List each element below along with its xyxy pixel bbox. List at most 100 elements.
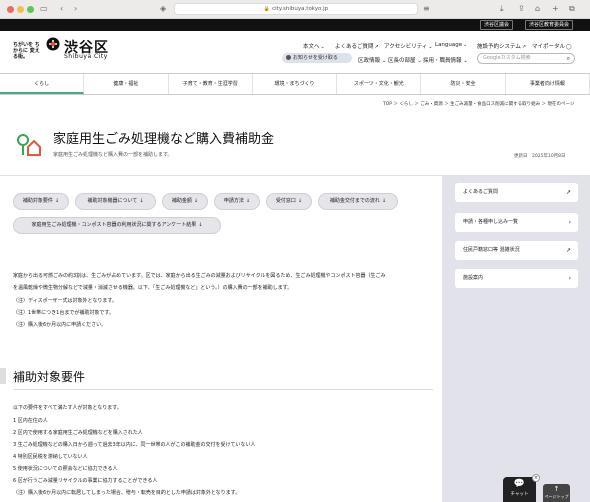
search-placeholder: Googleカスタム検索: [483, 55, 531, 61]
reader-icon[interactable]: ≡: [423, 4, 430, 14]
intro-note: （注）1世帯につき1台までが補助対象です。: [13, 310, 114, 316]
tree-house-icon: [17, 134, 41, 156]
util2-link-label: 採用・職員情報: [423, 58, 462, 64]
nav-item-health[interactable]: 健康・福祉: [84, 74, 169, 94]
maximize-window-button[interactable]: [27, 6, 34, 13]
util-link-skip[interactable]: 本文へ⌄: [303, 42, 325, 50]
requirement-item: 3 生ごみ処理機などの購入日から遡って過去3年以内に、同一世帯の人がこの補助金の…: [13, 442, 256, 448]
requirement-item: 1 区内在住の人: [13, 418, 48, 424]
side-card-applications[interactable]: 申請・各種申し込み一覧 ›: [455, 213, 578, 232]
shield-icon[interactable]: ◈: [160, 4, 166, 14]
arrow-down-icon: ↓: [245, 198, 251, 204]
tabs-overview-icon[interactable]: ⧉: [569, 4, 575, 14]
util2-link-admin[interactable]: 区政情報 ⌄: [358, 56, 386, 64]
util2-link-mayor[interactable]: 区長の部屋 ⌄: [388, 56, 422, 64]
back-icon[interactable]: ‹: [60, 4, 63, 14]
anchor-label: 申請方法: [223, 198, 244, 204]
arrow-down-icon: ↓: [297, 198, 303, 204]
new-tab-icon[interactable]: +: [552, 4, 559, 14]
util-link-facility[interactable]: 施設予約システム↗: [477, 42, 526, 50]
user-icon: ◯: [566, 44, 572, 50]
nav-item-kurashi[interactable]: くらし: [0, 74, 85, 94]
util-link-label: Language: [435, 42, 463, 48]
close-window-button[interactable]: [7, 6, 14, 13]
anchor-label: 補助金交付までの流れ: [329, 198, 380, 204]
nav-item-environment[interactable]: 環境・まちづくり: [253, 74, 338, 94]
requirement-item: 5 使用状況についての照会などに協力できる人: [13, 466, 118, 472]
util-link-language[interactable]: Language⌄: [435, 42, 467, 48]
search-input[interactable]: Googleカスタム検索 ⌕: [477, 53, 575, 64]
requirement-note: （注）購入後6か月以内に転居してしまった場合、贈与・転売を目的とした申請は対象外…: [13, 490, 241, 496]
sidebar-icon[interactable]: ▭: [40, 4, 48, 14]
notice-label: お知らせを受け取る: [293, 55, 338, 61]
util-link-label: マイポータル: [532, 44, 566, 50]
lock-icon: 🔒: [263, 6, 271, 12]
share-icon[interactable]: ⇪: [518, 4, 525, 14]
side-card-label: 施設案内: [463, 275, 484, 281]
tagline: ちがいを ちからに 変える街。: [13, 42, 40, 60]
breadcrumb[interactable]: TOP ＞ くらし ＞ ごみ・資源 ＞ 生ごみ減量・食品ロス削減に関する取り組み…: [383, 101, 574, 107]
anchor-window[interactable]: 受付窓口 ↓: [266, 193, 312, 210]
forward-icon[interactable]: ›: [74, 4, 77, 14]
anchor-amount[interactable]: 補助金額 ↓: [162, 193, 208, 210]
home-icon[interactable]: ⌂: [535, 4, 540, 14]
anchor-flow[interactable]: 補助金交付までの流れ ↓: [318, 193, 398, 210]
logo-mark-icon: [46, 37, 60, 51]
intro-paragraph: を温風乾燥や微生物分解などで減量・消滅させる機器。以下、「生ごみ処理機など」とい…: [13, 285, 293, 291]
chat-label: チャット: [510, 492, 529, 497]
util2-link-label: 区長の部屋: [388, 58, 416, 64]
anchor-label: 受付窓口: [275, 198, 296, 204]
top-bar: 渋谷区議会 渋谷区教育委員会: [0, 19, 590, 31]
search-icon[interactable]: ⌕: [567, 54, 570, 63]
address-bar[interactable]: 🔒 city.shibuya.tokyo.jp: [174, 3, 418, 15]
util-link-label: 本文へ: [303, 44, 320, 50]
chat-close-button[interactable]: ×: [532, 474, 540, 482]
education-board-link[interactable]: 渋谷区教育委員会: [525, 20, 574, 30]
anchor-label: 補助対象要件: [22, 198, 53, 204]
anchor-requirements[interactable]: 補助対象要件 ↓: [13, 193, 69, 210]
update-date: 更新日 2025年10月8日: [514, 154, 566, 159]
minimize-window-button[interactable]: [17, 6, 24, 13]
section-heading: 補助対象要件: [13, 370, 86, 384]
util-link-myportal[interactable]: マイポータル◯: [532, 42, 572, 50]
requirement-item: 2 区内で使用する家庭用生ごみ処理機などを購入された人: [13, 430, 143, 436]
arrow-down-icon: ↓: [198, 222, 203, 228]
heading-rule: [13, 389, 433, 390]
url-text: city.shibuya.tokyo.jp: [272, 6, 329, 12]
side-card-facilities[interactable]: 施設案内 ›: [455, 269, 578, 288]
util-link-label: アクセシビリティ: [384, 44, 428, 50]
anchor-devices[interactable]: 補助対象機器について ↓: [75, 193, 156, 210]
download-icon[interactable]: ⤓: [500, 4, 504, 14]
nav-item-education[interactable]: 子育て・教育・生涯学習: [169, 74, 253, 94]
side-card-congestion[interactable]: 住民戸籍窓口等 混雑状況 ↗: [455, 241, 578, 260]
arrow-down-icon: ↓: [193, 198, 199, 204]
arrow-up-icon: ↑: [553, 485, 560, 493]
external-icon: ↗: [521, 44, 527, 50]
util-link-accessibility[interactable]: アクセシビリティ⌄: [384, 42, 433, 50]
arrow-down-icon: ↓: [139, 198, 144, 204]
requirements-lead: 以下の要件をすべて満たす人が対象となります。: [13, 405, 122, 411]
chevron-down-icon: ⌄: [428, 44, 433, 50]
side-card-faq[interactable]: よくあるご質問 ↗: [455, 183, 578, 202]
anchor-survey[interactable]: 家庭用生ごみ処理機・コンポスト容器の利用状況に関するアンケート結果 ↓: [13, 217, 221, 234]
intro-note: （注）ディスポーザー式は対象外となります。: [13, 298, 117, 304]
page-top-button[interactable]: ↑ ページトップ: [543, 484, 570, 502]
nav-item-business[interactable]: 事業者向け情報: [506, 74, 590, 94]
util-link-faq[interactable]: よくあるご質問↗: [335, 42, 379, 50]
council-link[interactable]: 渋谷区議会: [480, 20, 514, 30]
notice-subscribe-button[interactable]: お知らせを受け取る: [282, 53, 352, 63]
nav-item-safety[interactable]: 防災・安全: [421, 74, 506, 94]
logo-subtitle: Shibuya City: [64, 53, 108, 60]
chevron-right-icon: ›: [568, 275, 571, 282]
requirement-item: 6 区が行うごみ減量リサイクルの事業に協力することができる人: [13, 478, 158, 484]
util-link-label: よくあるご質問: [335, 44, 374, 50]
util2-link-recruit[interactable]: 採用・職員情報 ⌄: [423, 56, 468, 64]
util-link-label: 施設予約システム: [477, 44, 521, 50]
browser-toolbar: ▭ ‹ › ◈ 🔒 city.shibuya.tokyo.jp ≡ ⤓ ⇪ ⌂ +…: [0, 0, 590, 19]
external-icon: ↗: [565, 189, 571, 196]
nav-item-sports[interactable]: スポーツ・文化・観光: [337, 74, 422, 94]
global-nav: くらし 健康・福祉 子育て・教育・生涯学習 環境・まちづくり スポーツ・文化・観…: [0, 73, 590, 95]
side-card-label: 申請・各種申し込み一覧: [463, 219, 519, 225]
chat-button[interactable]: 💬 チャット: [503, 477, 536, 502]
anchor-method[interactable]: 申請方法 ↓: [214, 193, 260, 210]
